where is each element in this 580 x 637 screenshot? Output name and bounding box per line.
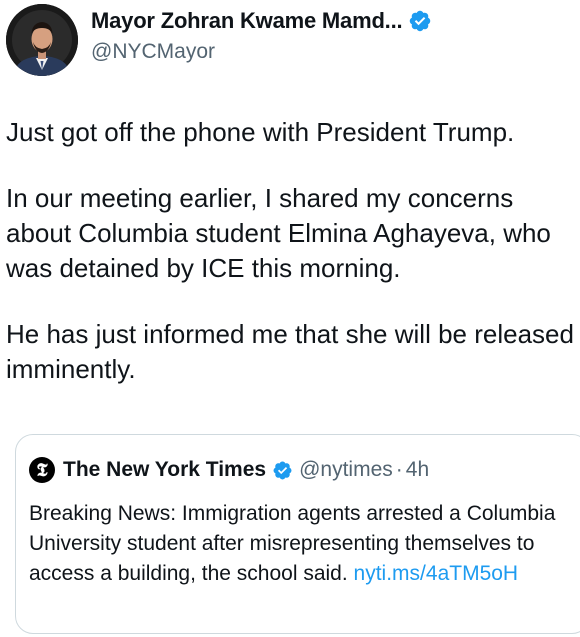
tweet-paragraph: He has just informed me that she will be… xyxy=(6,319,574,384)
quoted-author-handle[interactable]: @nytimes xyxy=(299,458,393,482)
quoted-author-name[interactable]: The New York Times xyxy=(63,458,266,482)
nyt-logo-icon[interactable]: 𝕿 xyxy=(29,457,55,483)
separator-dot: · xyxy=(395,458,403,481)
avatar[interactable] xyxy=(6,4,78,76)
quoted-tweet-card[interactable]: 𝕿 The New York Times @nytimes · 4h Break… xyxy=(15,434,580,634)
author-handle[interactable]: @NYCMayor xyxy=(91,40,215,64)
verified-badge-icon xyxy=(273,461,292,479)
quoted-tweet-link[interactable]: nyti.ms/4aTM5oH xyxy=(354,562,519,585)
quoted-tweet-header: 𝕿 The New York Times @nytimes · 4h xyxy=(29,457,429,483)
verified-badge-icon xyxy=(410,10,431,32)
quoted-timestamp[interactable]: 4h xyxy=(406,458,429,482)
author-name-row[interactable]: Mayor Zohran Kwame Mamd... xyxy=(91,8,432,34)
tweet-body: Just got off the phone with President Tr… xyxy=(6,115,574,387)
author-display-name[interactable]: Mayor Zohran Kwame Mamd... xyxy=(91,8,403,34)
avatar-image xyxy=(6,4,78,76)
tweet-paragraph: In our meeting earlier, I shared my conc… xyxy=(6,183,551,283)
quoted-tweet-text: Breaking News: Immigration agents arrest… xyxy=(29,499,574,589)
tweet-paragraph: Just got off the phone with President Tr… xyxy=(6,117,515,147)
